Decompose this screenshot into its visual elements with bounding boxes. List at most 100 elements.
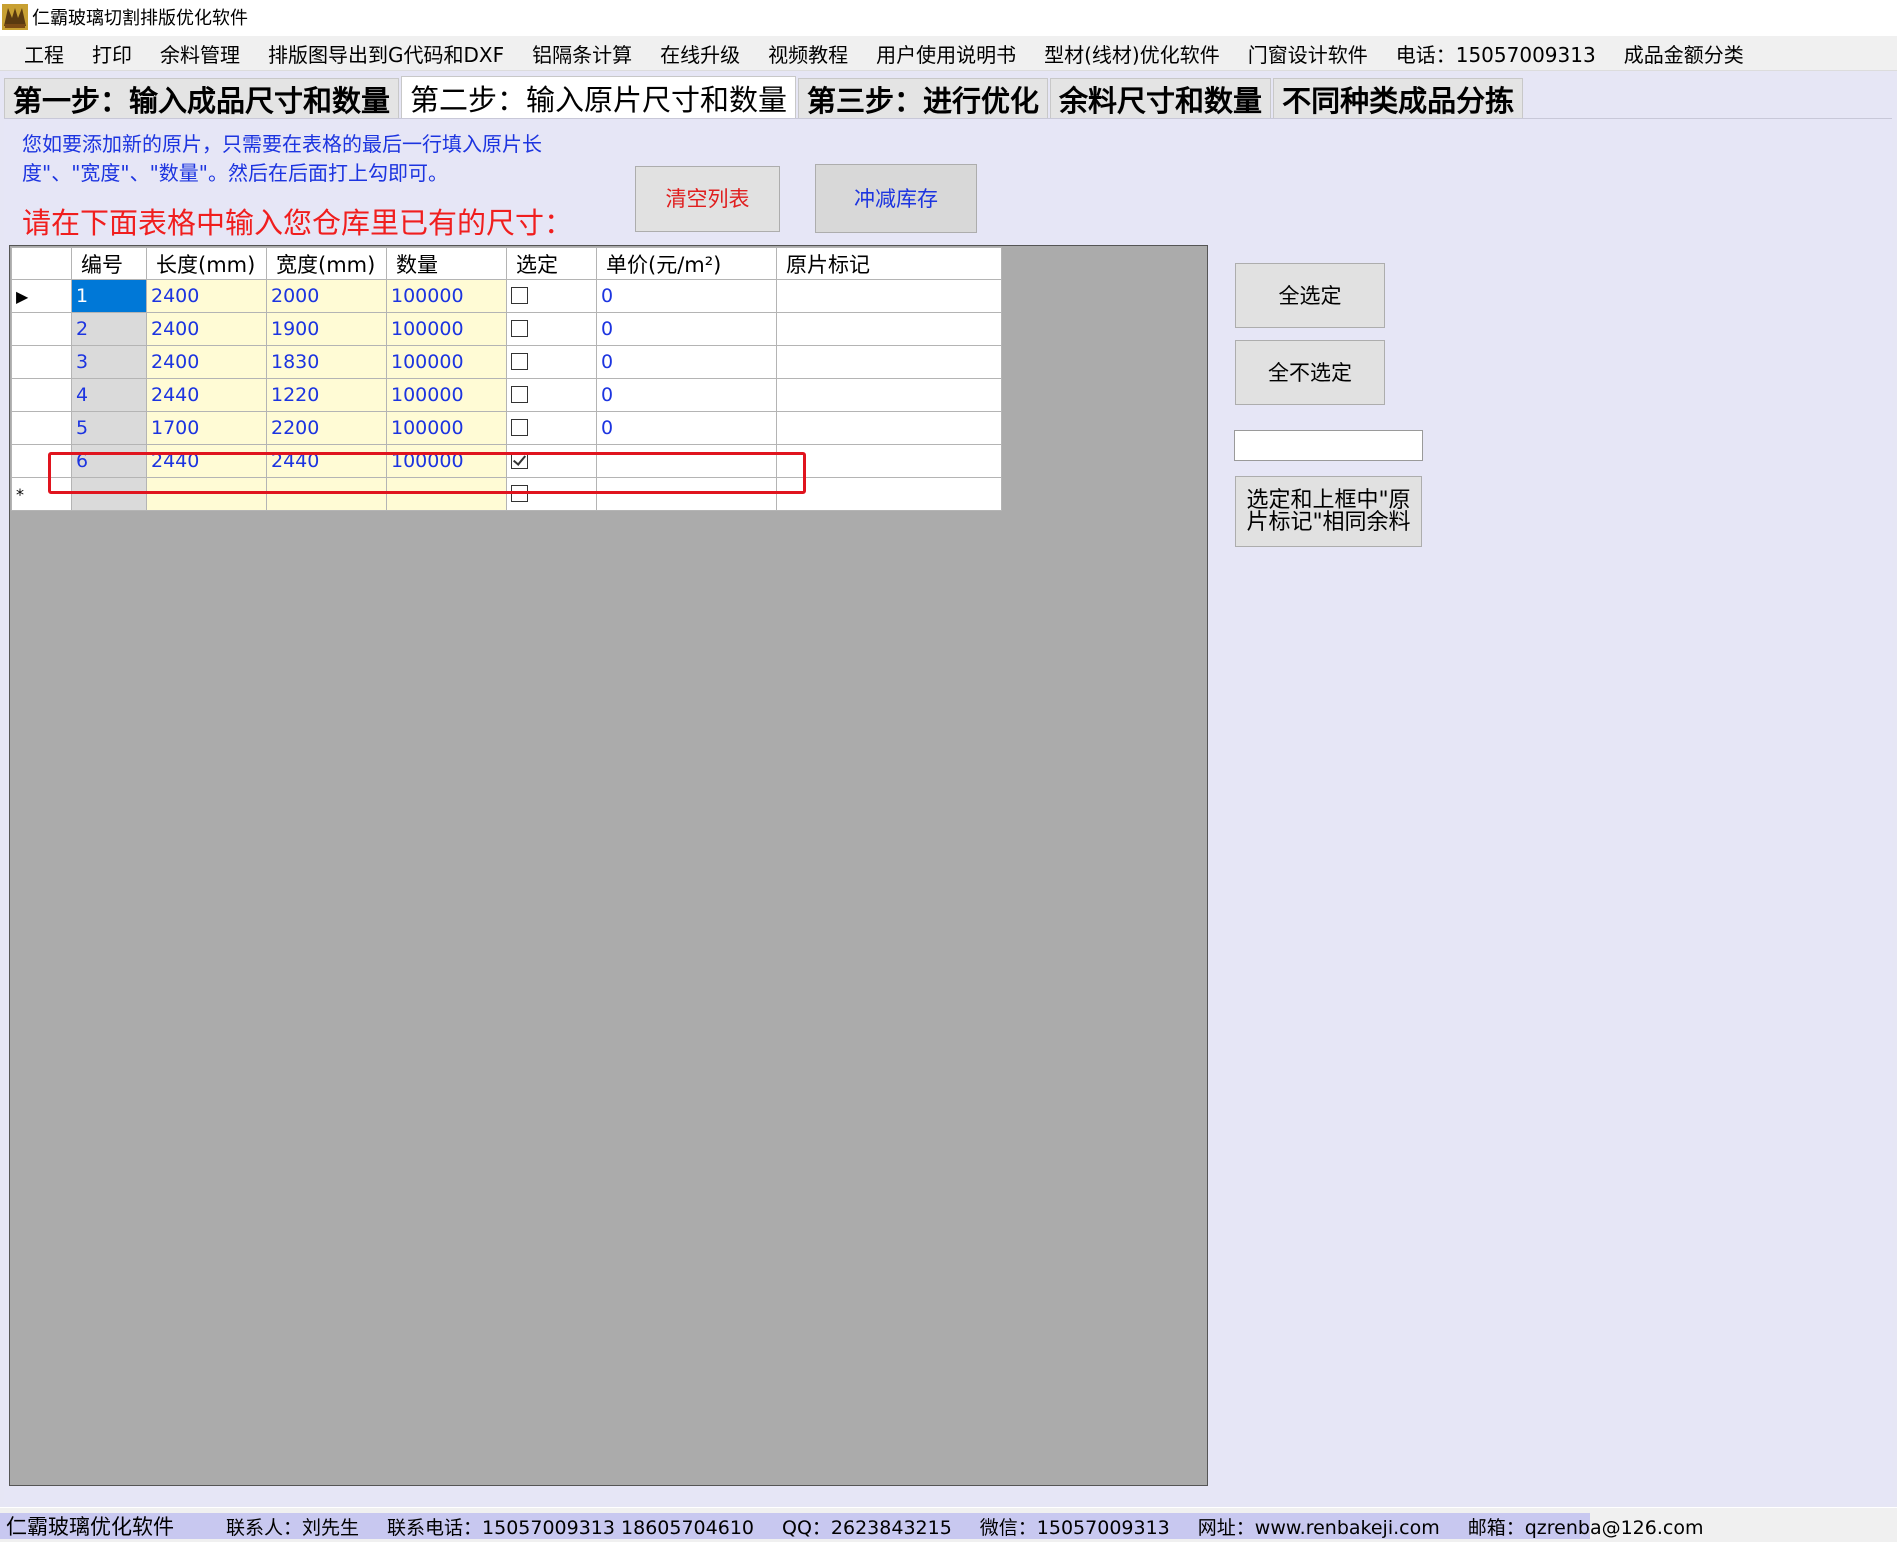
select-cell[interactable]: [506, 411, 597, 445]
table-row[interactable]: 4 2440 1220 100000 0: [11, 378, 1002, 412]
price-cell[interactable]: 0: [596, 312, 777, 346]
mark-cell[interactable]: [776, 411, 1002, 445]
mark-cell[interactable]: [776, 312, 1002, 346]
length-cell[interactable]: 2440: [146, 378, 267, 412]
unselect-all-button[interactable]: 全不选定: [1235, 340, 1385, 405]
tab-step-4[interactable]: 余料尺寸和数量: [1050, 78, 1272, 118]
price-cell[interactable]: 0: [596, 345, 777, 379]
id-cell[interactable]: 1: [71, 279, 147, 313]
status-website: 网址：www.renbakeji.com: [1197, 1516, 1440, 1539]
clear-list-button[interactable]: 清空列表: [635, 166, 780, 232]
menu-item-10[interactable]: 电话：15057009313: [1382, 39, 1610, 68]
quantity-cell[interactable]: 100000: [386, 279, 507, 313]
menu-item-2[interactable]: 余料管理: [146, 39, 254, 68]
table-row[interactable]: 5 1700 2200 100000 0: [11, 411, 1002, 445]
select-cell[interactable]: [506, 345, 597, 379]
tab-step-1[interactable]: 第一步：输入成品尺寸和数量: [4, 78, 400, 118]
mark-cell[interactable]: [776, 444, 1002, 478]
select-all-button[interactable]: 全选定: [1235, 263, 1385, 328]
status-app-name: 仁霸玻璃优化软件: [6, 1515, 174, 1539]
add-sheet-hint: 您如要添加新的原片，只需要在表格的最后一行填入原片长度"、"宽度"、"数量"。然…: [22, 132, 542, 185]
table-row[interactable]: 3 2400 1830 100000 0: [11, 345, 1002, 379]
id-cell[interactable]: 4: [71, 378, 147, 412]
column-header[interactable]: 数量: [386, 247, 507, 280]
checkbox[interactable]: [511, 353, 528, 370]
checkbox[interactable]: [511, 386, 528, 403]
tab-step-5[interactable]: 不同种类成品分拣: [1273, 78, 1524, 118]
select-cell[interactable]: [506, 378, 597, 412]
tab-step-2[interactable]: 第二步：输入原片尺寸和数量: [401, 76, 797, 118]
menu-item-1[interactable]: 打印: [78, 39, 146, 68]
id-cell[interactable]: 5: [71, 411, 147, 445]
window-title: 仁霸玻璃切割排版优化软件: [32, 8, 248, 29]
tab-step-3[interactable]: 第三步：进行优化: [798, 78, 1049, 118]
column-header[interactable]: 宽度(mm): [266, 247, 387, 280]
app-logo-icon: [2, 4, 28, 30]
column-header[interactable]: 长度(mm): [146, 247, 267, 280]
menu-item-4[interactable]: 铝隔条计算: [518, 39, 646, 68]
table-row[interactable]: ▶ 1 2400 2000 100000 0: [11, 279, 1002, 313]
menu-item-3[interactable]: 排版图导出到G代码和DXF: [254, 39, 518, 68]
row-indicator[interactable]: [11, 312, 72, 346]
row-indicator[interactable]: [11, 378, 72, 412]
id-cell[interactable]: 2: [71, 312, 147, 346]
status-email: 邮箱：qzrenba@126.com: [1467, 1516, 1704, 1539]
width-cell[interactable]: 1900: [266, 312, 387, 346]
status-bar: 仁霸玻璃优化软件 联系人：刘先生 联系电话：15057009313 186057…: [0, 1508, 1897, 1542]
status-info: 仁霸玻璃优化软件 联系人：刘先生 联系电话：15057009313 186057…: [0, 1513, 1703, 1539]
row-indicator[interactable]: [11, 411, 72, 445]
status-qq: QQ：2623843215: [782, 1516, 952, 1539]
price-cell[interactable]: 0: [596, 378, 777, 412]
mark-cell[interactable]: [776, 378, 1002, 412]
width-cell[interactable]: 1220: [266, 378, 387, 412]
menu-item-6[interactable]: 视频教程: [754, 39, 862, 68]
mark-cell[interactable]: [776, 279, 1002, 313]
length-cell[interactable]: 2400: [146, 312, 267, 346]
select-cell[interactable]: [506, 312, 597, 346]
deduct-stock-button[interactable]: 冲减库存: [815, 164, 977, 233]
title-bar: 仁霸玻璃切割排版优化软件: [0, 0, 1897, 34]
grid-corner: [11, 247, 72, 280]
row-indicator[interactable]: [11, 345, 72, 379]
menu-item-5[interactable]: 在线升级: [646, 39, 754, 68]
column-header[interactable]: 单价(元/m²): [596, 247, 777, 280]
length-cell[interactable]: 2400: [146, 279, 267, 313]
status-wechat: 微信：15057009313: [979, 1516, 1170, 1539]
checkbox[interactable]: [511, 287, 528, 304]
quantity-cell[interactable]: 100000: [386, 312, 507, 346]
sheet-grid: 编号 长度(mm) 宽度(mm) 数量 选定 单价(元/m²) 原片标记 ▶ 1 2400 200…: [9, 245, 1208, 1486]
width-cell[interactable]: 2200: [266, 411, 387, 445]
menu-item-11[interactable]: 成品金额分类: [1610, 39, 1758, 68]
id-cell[interactable]: 3: [71, 345, 147, 379]
length-cell[interactable]: 2400: [146, 345, 267, 379]
column-header[interactable]: 编号: [71, 247, 147, 280]
menu-item-8[interactable]: 型材(线材)优化软件: [1030, 39, 1234, 68]
column-header[interactable]: 原片标记: [776, 247, 1002, 280]
step-tabs: 第一步：输入成品尺寸和数量 第二步：输入原片尺寸和数量 第三步：进行优化 余料尺寸和数…: [4, 76, 1525, 119]
select-matching-mark-button[interactable]: 选定和上框中"原片标记"相同余料: [1235, 476, 1422, 547]
quantity-cell[interactable]: 100000: [386, 345, 507, 379]
mark-cell[interactable]: [776, 345, 1002, 379]
price-cell[interactable]: 0: [596, 279, 777, 313]
checkbox[interactable]: [511, 320, 528, 337]
price-cell[interactable]: 0: [596, 411, 777, 445]
width-cell[interactable]: 2000: [266, 279, 387, 313]
row-indicator[interactable]: ▶: [11, 279, 72, 313]
stock-size-hint: 请在下面表格中输入您仓库里已有的尺寸：: [22, 206, 574, 240]
mark-cell[interactable]: [776, 477, 1002, 511]
menu-bar: 工程 打印 余料管理 排版图导出到G代码和DXF 铝隔条计算 在线升级 视频教程 用户使用说明…: [0, 36, 1897, 71]
width-cell[interactable]: 1830: [266, 345, 387, 379]
checkbox[interactable]: [511, 419, 528, 436]
menu-item-7[interactable]: 用户使用说明书: [862, 39, 1030, 68]
sheet-mark-input[interactable]: [1234, 430, 1423, 461]
quantity-cell[interactable]: 100000: [386, 411, 507, 445]
table-row[interactable]: 2 2400 1900 100000 0: [11, 312, 1002, 346]
quantity-cell[interactable]: 100000: [386, 378, 507, 412]
status-contact: 联系人：刘先生: [226, 1516, 360, 1539]
highlight-box: [48, 452, 806, 494]
length-cell[interactable]: 1700: [146, 411, 267, 445]
menu-item-0[interactable]: 工程: [0, 39, 78, 68]
column-header[interactable]: 选定: [506, 247, 597, 280]
menu-item-9[interactable]: 门窗设计软件: [1234, 39, 1382, 68]
select-cell[interactable]: [506, 279, 597, 313]
